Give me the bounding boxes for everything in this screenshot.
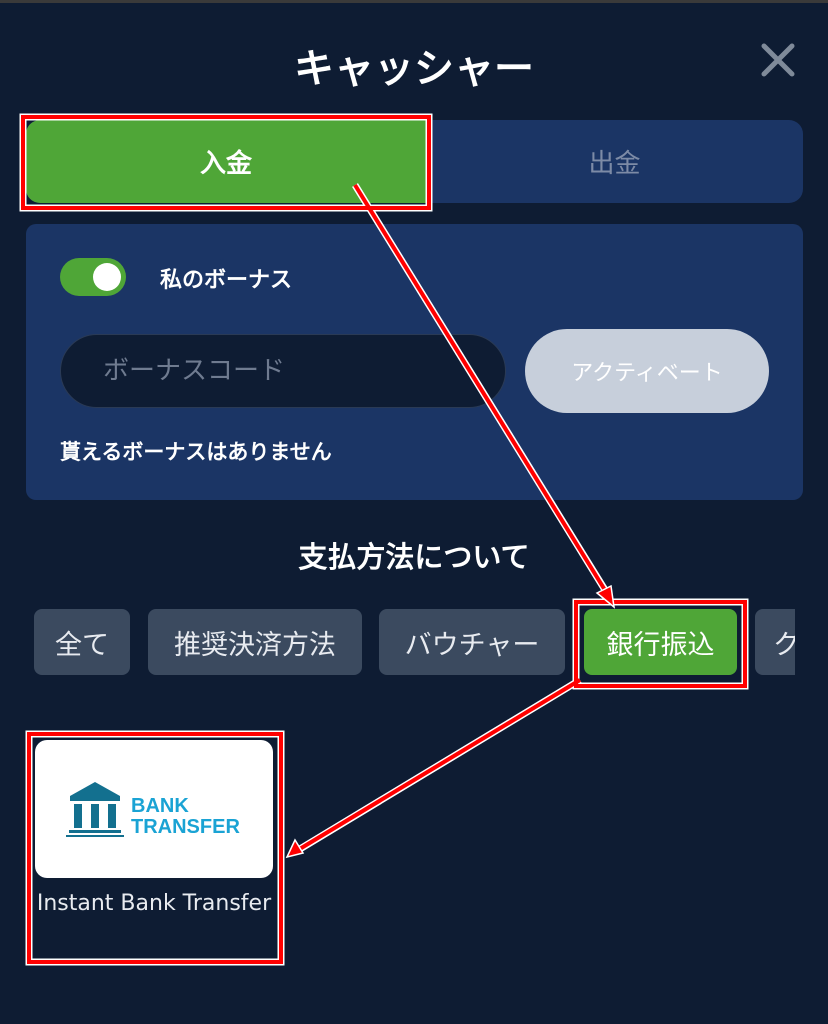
- close-icon: [761, 43, 795, 77]
- bonus-status: 貰えるボーナスはありません: [60, 440, 332, 464]
- payment-method-instant-bank-transfer[interactable]: BANK TRANSFER Instant Bank Transfer: [35, 740, 273, 960]
- bank-building-icon: [66, 782, 124, 837]
- logo-text: BANK TRANSFER: [131, 795, 240, 838]
- chip-recommended[interactable]: 推奨決済方法: [148, 609, 362, 675]
- category-chips: 全て 推奨決済方法 バウチャー 銀行振込 ク: [34, 609, 795, 677]
- activate-button[interactable]: アクティベート: [525, 329, 769, 413]
- page-title: キャッシャー: [294, 46, 534, 92]
- annotation-arrow-2: [296, 678, 582, 852]
- bonus-label: 私のボーナス: [160, 268, 293, 293]
- bonus-toggle[interactable]: [60, 258, 126, 296]
- bonus-code-input[interactable]: [60, 334, 506, 408]
- bank-transfer-logo: BANK TRANSFER: [35, 740, 273, 878]
- chip-bank-transfer[interactable]: 銀行振込: [584, 609, 737, 675]
- top-border: [0, 0, 828, 3]
- chip-next[interactable]: ク: [755, 609, 795, 675]
- arrowhead-2: [285, 838, 305, 859]
- bonus-panel: 私のボーナス アクティベート 貰えるボーナスはありません: [26, 224, 803, 500]
- close-button[interactable]: [760, 42, 796, 78]
- chip-voucher[interactable]: バウチャー: [379, 609, 565, 675]
- cashier-tabs: 入金 出金: [26, 120, 803, 203]
- arrowhead-1: [595, 584, 616, 609]
- payment-method-name: Instant Bank Transfer: [36, 891, 272, 916]
- payment-section-title: 支払方法について: [298, 540, 530, 574]
- tab-withdraw[interactable]: 出金: [426, 120, 803, 203]
- chip-all[interactable]: 全て: [34, 609, 130, 675]
- tab-deposit[interactable]: 入金: [26, 120, 426, 203]
- toggle-knob: [93, 263, 121, 291]
